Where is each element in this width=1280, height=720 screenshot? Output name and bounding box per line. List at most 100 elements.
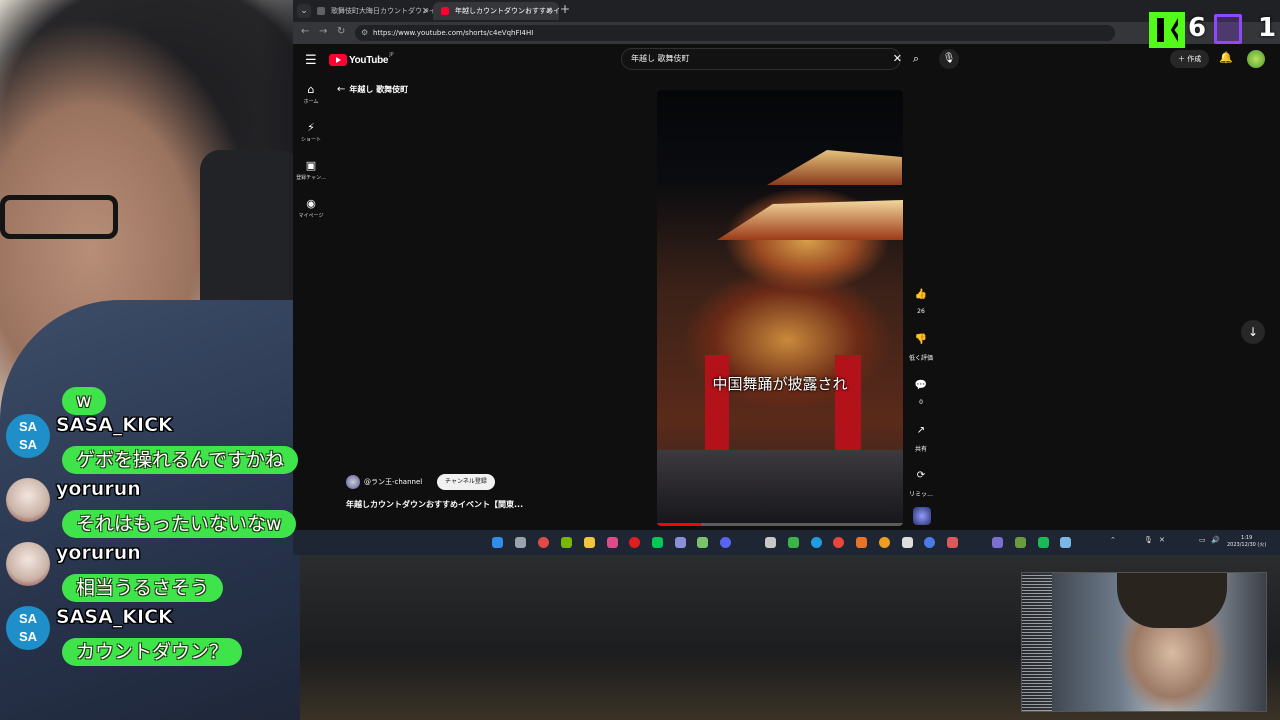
chat-bubble: それはもったいないなw <box>62 510 296 538</box>
task-view-icon[interactable] <box>515 537 526 548</box>
nvidia-icon[interactable] <box>561 537 572 548</box>
file-explorer-icon[interactable] <box>584 537 595 548</box>
browser-tab-youtube[interactable]: 年越しカウントダウンおすすめイベ ✕ <box>433 2 559 20</box>
tray-overflow-icon[interactable]: ⌃ <box>1110 536 1116 544</box>
account-avatar[interactable] <box>1247 50 1265 68</box>
webcam-noise <box>1022 573 1052 711</box>
chat-username: SASA_KICK <box>56 606 173 629</box>
sidebar-item-label: 登録チャン... <box>296 175 326 181</box>
start-icon[interactable] <box>492 537 503 548</box>
reload-icon[interactable]: ↻ <box>337 26 345 37</box>
share-button[interactable]: ↗ 共有 <box>909 420 933 453</box>
app-icon[interactable] <box>1015 537 1026 548</box>
kick-logo <box>1149 12 1185 48</box>
app-icon[interactable] <box>607 537 618 548</box>
search-query: 年越し 歌舞伎町 <box>631 54 690 63</box>
app-icon[interactable] <box>924 537 935 548</box>
youtube-logo[interactable]: YouTube JP <box>329 52 394 67</box>
browser-tab-kabukicho[interactable]: 歌舞伎町大晦日カウントダウンイベ ✕ <box>309 2 435 20</box>
app-icon[interactable] <box>538 537 549 548</box>
video-title[interactable]: 年越しカウントダウンおすすめイベント【関東... <box>346 499 523 510</box>
network-icon[interactable]: ▭ <box>1199 536 1206 544</box>
share-icon: ↗ <box>916 425 926 436</box>
address-bar[interactable]: ⚙ https://www.youtube.com/shorts/c4eVqhF… <box>355 25 1115 41</box>
address-bar-row: ← → ↻ ⚙ https://www.youtube.com/shorts/c… <box>293 22 1280 44</box>
sound-source-thumbnail[interactable] <box>913 507 931 525</box>
arrow-down-icon: ↓ <box>1247 325 1259 339</box>
sidebar-item-label: ホーム <box>303 99 319 105</box>
new-tab-button[interactable]: + <box>560 2 570 16</box>
mic-tray-icon[interactable]: 🎙 <box>1144 536 1153 544</box>
browser-window: ⌄ 歌舞伎町大晦日カウントダウンイベ ✕ 年越しカウントダウンおすすめイベ ✕ … <box>293 0 1280 530</box>
app-icon[interactable] <box>992 537 1003 548</box>
chat-bubble: ゲボを操れるんですかね <box>62 446 299 474</box>
comment-count: 0 <box>919 399 923 406</box>
xbox-icon[interactable] <box>788 537 799 548</box>
search-input[interactable]: 年越し 歌舞伎町 ✕ <box>621 48 902 70</box>
red-banner <box>705 355 729 450</box>
kick-viewer-count: 6 <box>1188 13 1207 43</box>
clock-date: 2023/12/30 (火) <box>1227 542 1267 548</box>
volume-icon[interactable]: 🔊 <box>1211 536 1220 544</box>
tab-favicon <box>317 7 325 15</box>
sidebar-item-my-page[interactable]: ◉ マイページ <box>293 197 329 219</box>
create-label: 作成 <box>1187 55 1202 63</box>
sidebar-item-label: ショート <box>300 137 321 143</box>
close-tab-icon[interactable]: ✕ <box>546 2 553 20</box>
close-tray-icon[interactable]: ✕ <box>1159 536 1165 544</box>
shorts-icon: ⚡ <box>307 121 315 134</box>
back-icon[interactable]: ← <box>301 26 309 37</box>
app-icon[interactable] <box>879 537 890 548</box>
sidebar-item-home[interactable]: ⌂ ホーム <box>293 83 329 105</box>
channel-avatar[interactable] <box>346 475 360 489</box>
youtube-play-icon <box>329 54 347 66</box>
discord-icon[interactable] <box>720 537 731 548</box>
temple-roof-lower <box>717 200 903 240</box>
shorts-video-player[interactable]: 中国舞踊が披露され <box>657 90 903 526</box>
search-icon[interactable]: ⌕ <box>906 49 926 69</box>
next-short-button[interactable]: ↓ <box>1241 320 1265 344</box>
guest-hair <box>1117 573 1227 628</box>
voice-search-icon[interactable]: 🎙 <box>939 49 959 69</box>
obs-icon[interactable] <box>629 537 640 548</box>
remix-icon: ⟳ <box>916 470 926 481</box>
subscribe-button[interactable]: チャンネル登録 <box>437 474 495 490</box>
sidebar-item-subscriptions[interactable]: ▣ 登録チャン... <box>293 159 329 181</box>
search-back-breadcrumb[interactable]: ← 年越し 歌舞伎町 <box>337 84 408 95</box>
app-icon[interactable] <box>697 537 708 548</box>
like-icon: 👍 <box>914 289 928 300</box>
app-icon[interactable] <box>856 537 867 548</box>
close-tab-icon[interactable]: ✕ <box>422 2 429 20</box>
app-icon[interactable] <box>1038 537 1049 548</box>
video-progress-fill <box>657 523 702 526</box>
app-icon[interactable] <box>947 537 958 548</box>
edge-icon[interactable] <box>811 537 822 548</box>
app-icon[interactable] <box>675 537 686 548</box>
chat-bubble: カウントダウン？ <box>62 638 243 666</box>
create-button[interactable]: ＋ 作成 <box>1170 50 1210 68</box>
channel-name[interactable]: @ラン王-channel <box>364 477 422 487</box>
clear-search-icon[interactable]: ✕ <box>893 49 902 69</box>
comment-button[interactable]: 💬 0 <box>909 375 933 406</box>
app-icon[interactable] <box>765 537 776 548</box>
forward-icon[interactable]: → <box>319 26 327 37</box>
tab-favicon <box>441 7 449 15</box>
dislike-button[interactable]: 👎 低く評価 <box>909 329 933 362</box>
app-icon[interactable] <box>902 537 913 548</box>
sasa-avatar: SA SA <box>6 414 50 458</box>
plus-icon: ＋ <box>1178 55 1188 63</box>
remix-button[interactable]: ⟳ リミッ... <box>909 465 933 498</box>
like-button[interactable]: 👍 26 <box>909 284 933 315</box>
steam-icon[interactable] <box>1060 537 1071 548</box>
line-icon[interactable] <box>652 537 663 548</box>
sidebar-item-shorts[interactable]: ⚡ ショート <box>293 121 329 143</box>
chrome-icon[interactable] <box>833 537 844 548</box>
sidebar-item-label: マイページ <box>298 213 324 219</box>
system-clock[interactable]: 1:19 2023/12/30 (火) <box>1227 535 1266 549</box>
yorurun-avatar <box>6 542 50 586</box>
video-progress-bar[interactable] <box>657 523 903 526</box>
notifications-icon[interactable]: 🔔 <box>1219 51 1233 64</box>
site-info-icon[interactable]: ⚙ <box>361 25 368 41</box>
chat-username: yorurun <box>56 542 141 565</box>
menu-icon[interactable]: ☰ <box>305 53 317 68</box>
